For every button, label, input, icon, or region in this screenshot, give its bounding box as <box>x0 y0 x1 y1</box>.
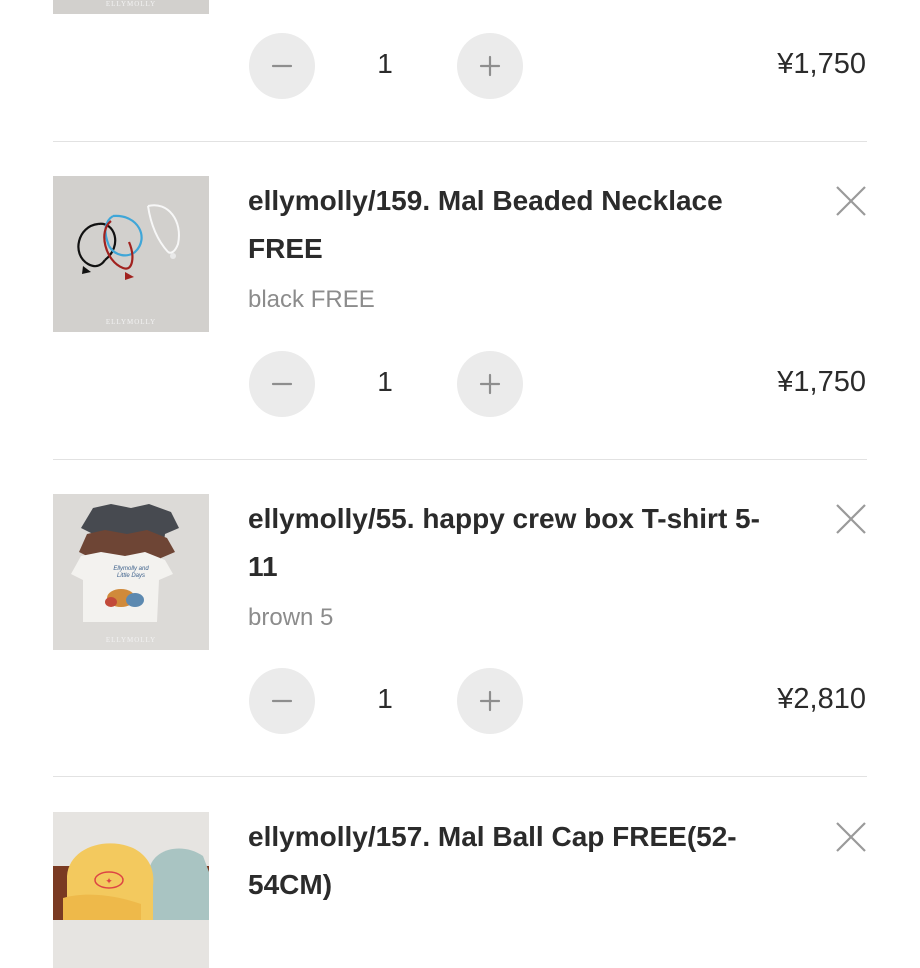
quantity-value: 1 <box>377 683 393 714</box>
remove-item-button[interactable] <box>834 184 868 218</box>
tshirt-print-text: Ellymolly and Little Days <box>113 566 149 579</box>
thumbnail-brand-text: ELLYMOLLY <box>105 636 157 644</box>
item-divider <box>53 141 867 142</box>
product-title-line: ellymolly/55. happy crew box T-shirt 5- <box>248 503 760 534</box>
product-title-line: FREE <box>248 233 323 264</box>
product-thumbnail[interactable]: ELLYMOLLY <box>53 176 209 332</box>
minus-icon <box>271 382 293 386</box>
item-price: ¥1,750 <box>777 48 866 80</box>
close-icon <box>836 822 866 852</box>
product-thumbnail[interactable]: Ellymolly and Little Days ELLYMOLLY <box>53 494 209 650</box>
close-icon <box>836 504 866 534</box>
remove-item-button[interactable] <box>834 820 868 854</box>
product-thumbnail[interactable]: ✦ <box>53 812 209 968</box>
item-divider <box>53 776 867 777</box>
product-title[interactable]: ellymolly/157. Mal Ball Cap FREE(52- 54C… <box>248 813 793 909</box>
ball-cap-image: ✦ <box>53 843 209 920</box>
thumbnail-brand-text: ELLYMOLLY <box>105 0 157 8</box>
minus-icon <box>271 699 293 703</box>
product-variant: brown 5 <box>248 604 334 631</box>
increase-quantity-button[interactable] <box>457 33 523 99</box>
decrease-quantity-button[interactable] <box>249 668 315 734</box>
item-price: ¥2,810 <box>777 683 866 715</box>
quantity-value: 1 <box>377 48 393 79</box>
minus-icon <box>271 64 293 68</box>
close-icon <box>836 186 866 216</box>
svg-text:✦: ✦ <box>105 876 113 886</box>
product-title-line: 11 <box>248 551 278 582</box>
item-divider <box>53 459 867 460</box>
product-variant: black FREE <box>248 286 375 313</box>
decrease-quantity-button[interactable] <box>249 351 315 417</box>
product-title-line: ellymolly/159. Mal Beaded Necklace <box>248 185 723 216</box>
increase-quantity-button[interactable] <box>457 351 523 417</box>
plus-icon <box>479 690 501 712</box>
product-title[interactable]: ellymolly/55. happy crew box T-shirt 5- … <box>248 495 793 591</box>
quantity-value: 1 <box>377 366 393 397</box>
product-title-line: ellymolly/157. Mal Ball Cap FREE(52- <box>248 821 737 852</box>
product-title-line: 54CM) <box>248 869 333 900</box>
item-price: ¥1,750 <box>777 366 866 398</box>
necklace-image <box>77 204 180 280</box>
product-title[interactable]: ellymolly/159. Mal Beaded Necklace FREE <box>248 177 793 273</box>
increase-quantity-button[interactable] <box>457 668 523 734</box>
plus-icon <box>479 373 501 395</box>
thumbnail-brand-text: ELLYMOLLY <box>105 318 157 326</box>
remove-item-button[interactable] <box>834 502 868 536</box>
plus-icon <box>479 55 501 77</box>
product-thumbnail[interactable]: ELLYMOLLY <box>53 0 209 14</box>
decrease-quantity-button[interactable] <box>249 33 315 99</box>
